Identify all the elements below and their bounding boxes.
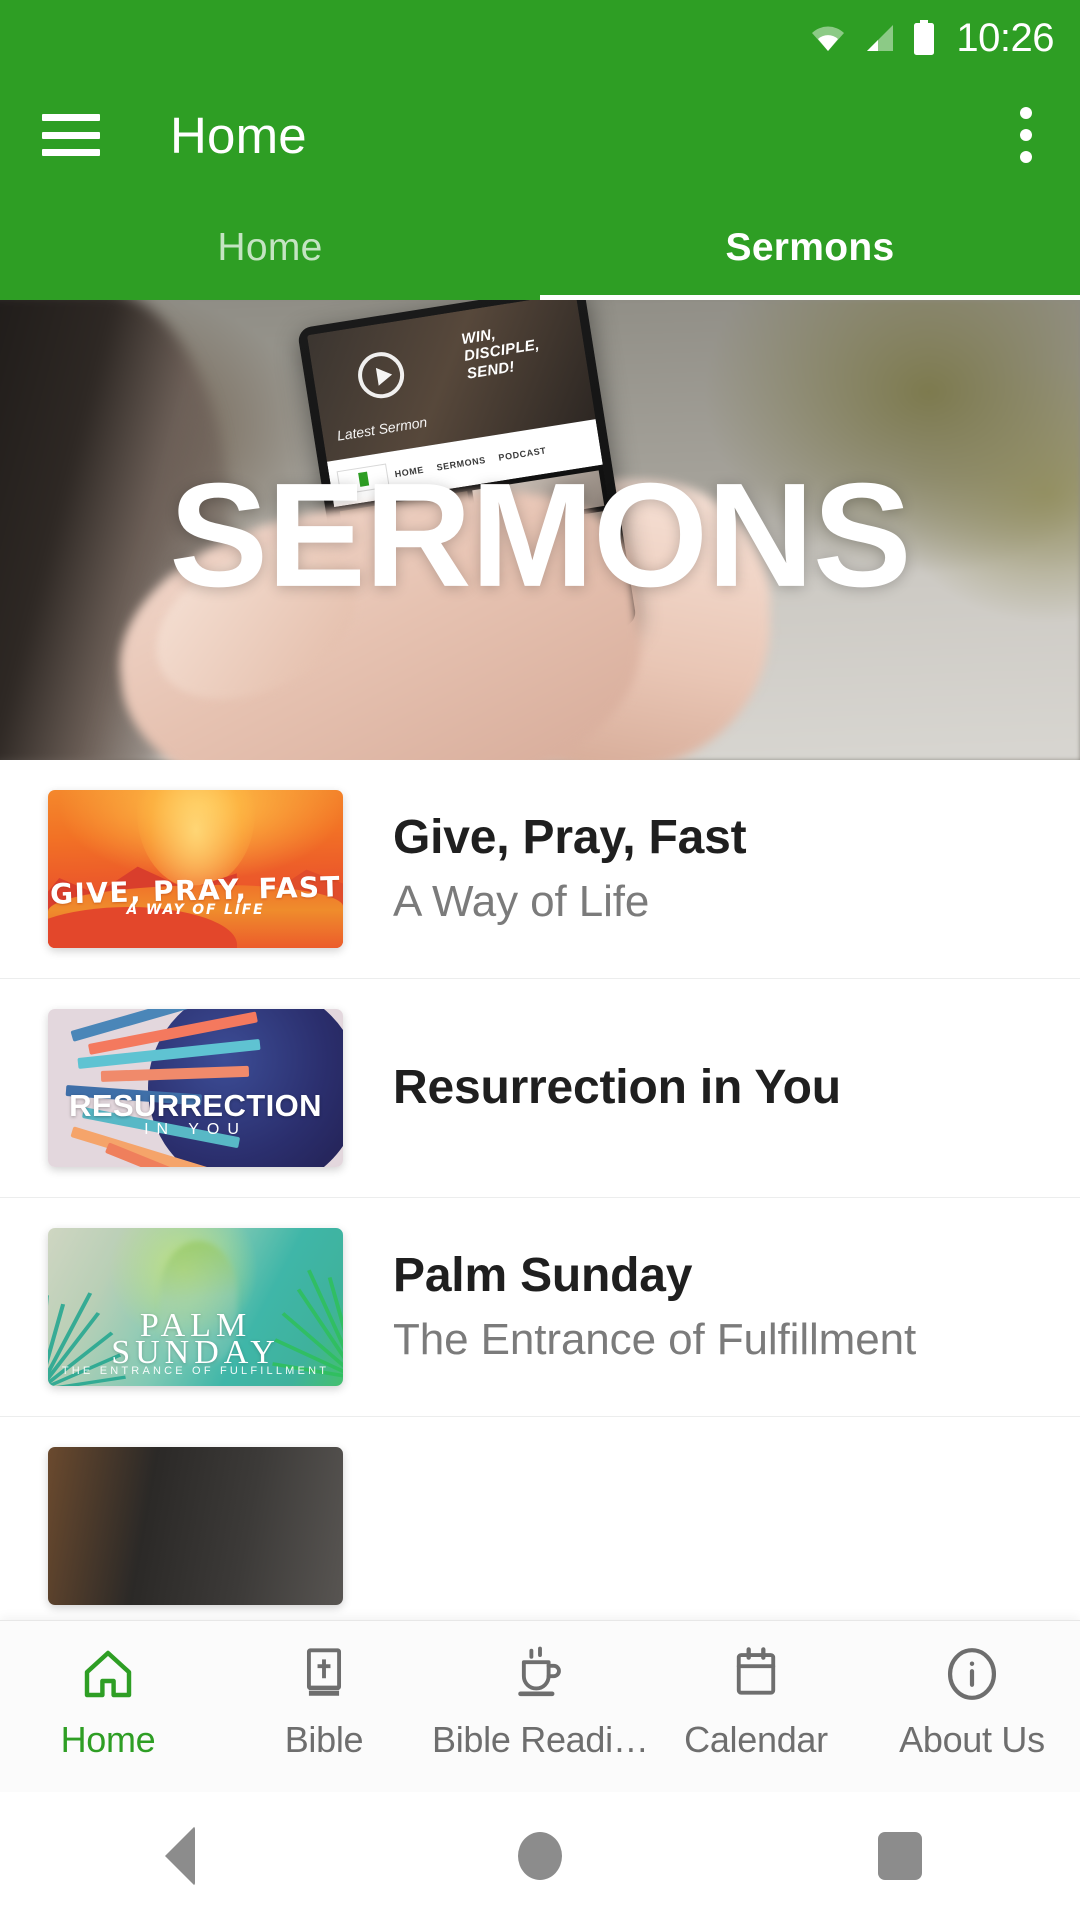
info-circle-icon (941, 1643, 1003, 1705)
device-slogan-text: WIN, DISCIPLE, SEND! (460, 325, 541, 383)
play-button-icon (354, 348, 408, 402)
sermon-thumbnail: RESURRECTION IN YOU (48, 1009, 343, 1167)
cellular-signal-icon (862, 23, 896, 53)
sermon-text-block: Give, Pray, Fast A Way of Life (393, 811, 747, 927)
tab-sermons-label: Sermons (725, 225, 895, 269)
system-recents-button[interactable] (840, 1792, 960, 1920)
status-bar-clock: 10:26 (956, 15, 1054, 60)
page-title: Home (170, 106, 307, 164)
thumbnail-subtitle-text: A WAY OF LIFE (126, 902, 265, 919)
nav-item-calendar[interactable]: Calendar (648, 1643, 864, 1761)
nav-item-home[interactable]: Home (0, 1643, 216, 1761)
sermon-title: Give, Pray, Fast (393, 811, 747, 865)
coffee-cup-icon (509, 1643, 571, 1705)
sermon-title: Resurrection in You (393, 1060, 841, 1114)
tab-home[interactable]: Home (0, 195, 540, 300)
home-circle-icon (518, 1832, 562, 1880)
app-bar: Home (0, 75, 1080, 195)
nav-item-bible[interactable]: Bible (216, 1643, 432, 1761)
tab-home-label: Home (217, 225, 323, 269)
back-triangle-icon (165, 1826, 195, 1886)
home-icon (77, 1643, 139, 1705)
system-back-button[interactable] (120, 1792, 240, 1920)
status-icons (810, 19, 936, 56)
thumbnail-subtitle-text: IN YOU (144, 1121, 247, 1139)
nav-item-about-us[interactable]: About Us (864, 1643, 1080, 1761)
system-home-button[interactable] (480, 1792, 600, 1920)
sermon-list[interactable]: GIVE, PRAY, FAST A WAY OF LIFE Give, Pra… (0, 760, 1080, 1620)
sermon-list-item[interactable]: RESURRECTION IN YOU Resurrection in You (0, 979, 1080, 1198)
nav-item-calendar-label: Calendar (684, 1719, 828, 1760)
sermon-text-block: Resurrection in You (393, 1061, 841, 1116)
nav-item-bible-label: Bible (284, 1719, 364, 1760)
android-system-navigation-bar (0, 1792, 1080, 1920)
sermon-subtitle: A Way of Life (393, 876, 650, 926)
bible-book-icon (293, 1643, 355, 1705)
more-vertical-icon[interactable] (1020, 107, 1032, 163)
sermon-list-item[interactable] (0, 1417, 1080, 1620)
sermon-title: Palm Sunday (393, 1249, 693, 1303)
nav-item-bible-reading-label: Bible Readi… (432, 1719, 648, 1760)
tab-sermons[interactable]: Sermons (540, 195, 1080, 300)
sermon-thumbnail: GIVE, PRAY, FAST A WAY OF LIFE (48, 790, 343, 948)
nav-item-bible-reading[interactable]: Bible Readi… (432, 1643, 648, 1761)
recents-square-icon (878, 1832, 922, 1880)
sermon-thumbnail (48, 1447, 343, 1605)
battery-icon (912, 19, 936, 56)
sermon-list-item[interactable]: GIVE, PRAY, FAST A WAY OF LIFE Give, Pra… (0, 760, 1080, 979)
tab-bar: Home Sermons (0, 195, 1080, 300)
thumbnail-title-text: RESURRECTION (69, 1088, 322, 1123)
sermon-subtitle: The Entrance of Fulfillment (393, 1314, 917, 1364)
device-latest-sermon-text: Latest Sermon (335, 413, 429, 444)
nav-item-about-us-label: About Us (899, 1719, 1045, 1760)
calendar-icon (725, 1643, 787, 1705)
sermon-text-block: Palm Sunday The Entrance of Fulfillment (393, 1249, 916, 1365)
nav-item-home-label: Home (60, 1719, 156, 1760)
status-bar: 10:26 (0, 0, 1080, 75)
hero-banner[interactable]: WIN, DISCIPLE, SEND! Latest Sermon HOME … (0, 300, 1080, 760)
thumbnail-subtitle-text: THE ENTRANCE OF FULFILLMENT (61, 1365, 330, 1378)
bottom-navigation-bar: Home Bible Bible Readi… Calendar About U… (0, 1620, 1080, 1792)
hero-title: SERMONS (169, 452, 911, 618)
sermon-list-item[interactable]: PALM SUNDAY THE ENTRANCE OF FULFILLMENT … (0, 1198, 1080, 1417)
hamburger-menu-icon[interactable] (42, 114, 100, 156)
app-screen: 10:26 Home Home Sermons WIN, DISCIPLE, S… (0, 0, 1080, 1920)
sermon-thumbnail: PALM SUNDAY THE ENTRANCE OF FULFILLMENT (48, 1228, 343, 1386)
wifi-icon (810, 23, 846, 53)
